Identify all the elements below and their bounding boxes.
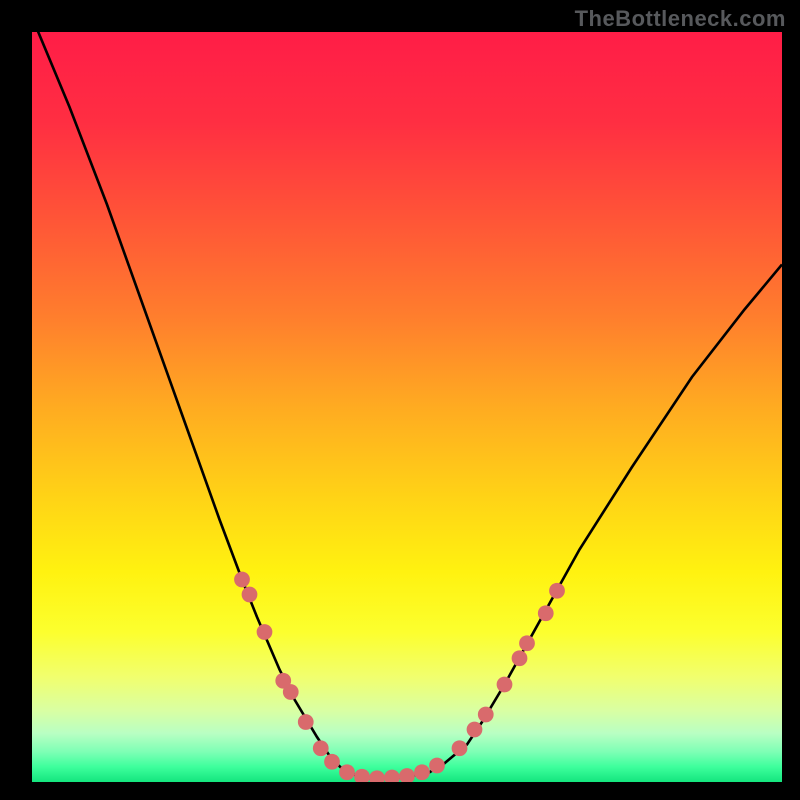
- curve-marker: [234, 572, 250, 588]
- curve-marker: [384, 770, 400, 782]
- curve-marker: [429, 758, 445, 774]
- curve-marker: [354, 769, 370, 782]
- curve-marker: [467, 722, 483, 738]
- curve-marker: [369, 770, 385, 782]
- curve-marker: [399, 768, 415, 782]
- curve-marker: [283, 684, 299, 700]
- chart-frame: TheBottleneck.com: [0, 0, 800, 800]
- curve-marker: [497, 677, 513, 693]
- curve-marker: [478, 707, 494, 723]
- curve-marker: [549, 583, 565, 599]
- curve-marker: [519, 635, 535, 651]
- curve-marker: [452, 740, 468, 756]
- bottleneck-curve: [32, 32, 782, 778]
- curve-marker: [414, 764, 430, 780]
- curve-marker: [298, 714, 314, 730]
- curve-marker: [257, 624, 273, 640]
- curve-marker: [339, 764, 355, 780]
- curve-marker: [538, 605, 554, 621]
- plot-area: [32, 32, 782, 782]
- curve-markers: [234, 572, 565, 782]
- curve-marker: [313, 740, 329, 756]
- curve-marker: [324, 754, 340, 770]
- curve-marker: [242, 587, 258, 603]
- curve-marker: [512, 650, 528, 666]
- curve-layer: [32, 32, 782, 782]
- brand-watermark: TheBottleneck.com: [575, 6, 786, 32]
